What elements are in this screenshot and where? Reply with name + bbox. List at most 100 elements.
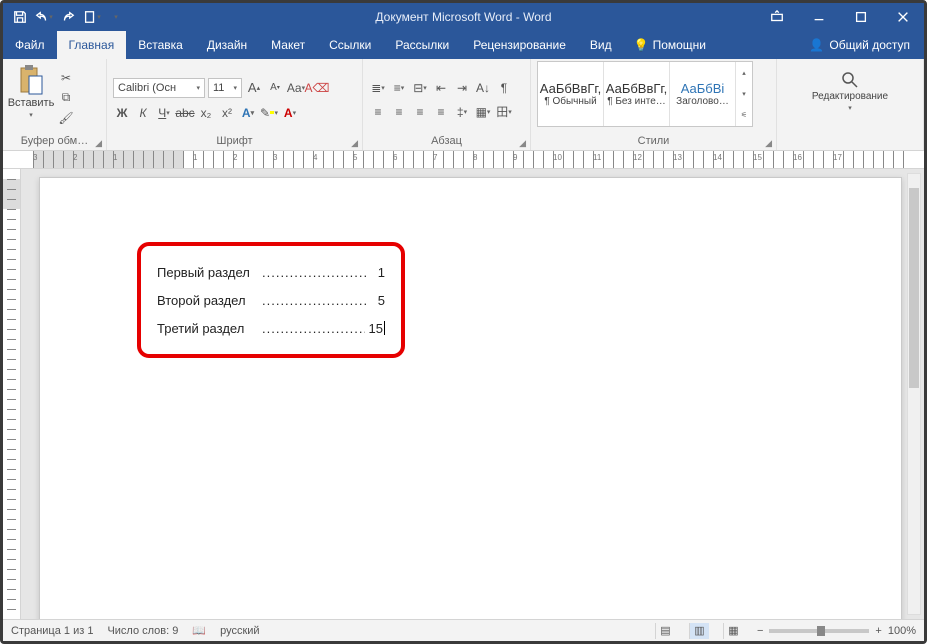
shrink-font-icon[interactable]: A▾ [266, 79, 284, 97]
style-heading1[interactable]: АаБбВіЗаголово… [670, 62, 736, 126]
tab-mailings[interactable]: Рассылки [383, 31, 461, 59]
close-icon[interactable] [882, 6, 924, 28]
paste-label: Вставить [8, 97, 55, 109]
scrollbar-vertical[interactable] [907, 173, 921, 615]
page[interactable]: Первый раздел ..........................… [39, 177, 902, 619]
tell-me-label: Помощни [653, 38, 706, 52]
styles-down-icon[interactable]: ▾ [742, 90, 746, 98]
decrease-indent-icon[interactable]: ⇤ [432, 79, 450, 97]
tab-review[interactable]: Рецензирование [461, 31, 578, 59]
tab-view[interactable]: Вид [578, 31, 624, 59]
change-case-icon[interactable]: Aa▾ [287, 79, 305, 97]
bullets-icon[interactable]: ≣▾ [369, 79, 387, 97]
styles-gallery[interactable]: АаБбВвГг,¶ Обычный АаБбВвГг,¶ Без инте… … [537, 61, 753, 127]
tab-layout[interactable]: Макет [259, 31, 317, 59]
editing-label: Редактирование [812, 91, 888, 102]
status-language[interactable]: русский [220, 625, 259, 637]
tab-design[interactable]: Дизайн [195, 31, 259, 59]
paste-button[interactable]: Вставить▾ [9, 61, 53, 134]
toc-row: Второй раздел ..........................… [157, 286, 385, 314]
ribbon: Вставить▾ ✂ ⧉ 🖌 Буфер обм…◢ Calibri (Осн… [3, 59, 924, 151]
text-cursor [384, 321, 385, 335]
paragraph-label: Абзац [431, 135, 462, 147]
ruler-horizontal[interactable]: 3211234567891011121314151617 [3, 151, 924, 169]
numbering-icon[interactable]: ≡▾ [390, 79, 408, 97]
qa-customize-icon[interactable]: ▾ [105, 6, 127, 28]
tab-insert[interactable]: Вставка [126, 31, 195, 59]
group-clipboard: Вставить▾ ✂ ⧉ 🖌 Буфер обм… ◢ [3, 59, 107, 150]
toc-page: 5 [367, 293, 385, 308]
styles-more-icon[interactable]: ⚟ [741, 111, 747, 119]
tab-home[interactable]: Главная [57, 31, 127, 59]
bold-button[interactable]: Ж [113, 104, 131, 122]
zoom-in-button[interactable]: + [875, 625, 881, 637]
redo-icon[interactable] [57, 6, 79, 28]
save-icon[interactable] [9, 6, 31, 28]
minimize-icon[interactable] [798, 6, 840, 28]
align-left-icon[interactable]: ≡ [369, 103, 387, 121]
text-effects-icon[interactable]: A▾ [239, 104, 257, 122]
highlight-icon[interactable]: ✎▾ [260, 104, 278, 122]
font-color-icon[interactable]: A▾ [281, 104, 299, 122]
styles-up-icon[interactable]: ▴ [742, 69, 746, 77]
toc-label: Второй раздел [157, 293, 262, 308]
status-words[interactable]: Число слов: 9 [107, 625, 178, 637]
underline-button[interactable]: Ч▾ [155, 104, 173, 122]
status-page[interactable]: Страница 1 из 1 [11, 625, 93, 637]
borders-icon[interactable]: 田▾ [495, 103, 513, 121]
ruler-vertical[interactable] [3, 169, 21, 619]
print-layout-icon[interactable]: ▥ [689, 623, 709, 639]
align-center-icon[interactable]: ≡ [390, 103, 408, 121]
share-label: Общий доступ [829, 38, 910, 52]
tab-file[interactable]: Файл [3, 31, 57, 59]
toc-row: Первый раздел ..........................… [157, 258, 385, 286]
spellcheck-icon[interactable]: 📖 [192, 624, 206, 637]
lightbulb-icon: 💡 [634, 38, 649, 52]
cut-icon[interactable]: ✂ [57, 69, 75, 87]
style-no-spacing[interactable]: АаБбВвГг,¶ Без инте… [604, 62, 670, 126]
share-button[interactable]: 👤Общий доступ [795, 38, 924, 52]
increase-indent-icon[interactable]: ⇥ [453, 79, 471, 97]
maximize-icon[interactable] [840, 6, 882, 28]
undo-icon[interactable]: ▾ [33, 6, 55, 28]
line-spacing-icon[interactable]: ‡▾ [453, 103, 471, 121]
superscript-button[interactable]: x² [218, 104, 236, 122]
tab-references[interactable]: Ссылки [317, 31, 383, 59]
strike-button[interactable]: abc [176, 104, 194, 122]
justify-icon[interactable]: ≡ [432, 103, 450, 121]
dialog-launcher-icon[interactable]: ◢ [95, 136, 102, 150]
show-marks-icon[interactable]: ¶ [495, 79, 513, 97]
web-layout-icon[interactable]: ▦ [723, 623, 743, 639]
font-name-select[interactable]: Calibri (Осн▾ [113, 78, 205, 98]
zoom-out-button[interactable]: − [757, 625, 763, 637]
sort-icon[interactable]: A↓ [474, 79, 492, 97]
zoom-slider[interactable] [769, 629, 869, 633]
read-mode-icon[interactable]: ▤ [655, 623, 675, 639]
copy-icon[interactable]: ⧉ [57, 89, 75, 107]
title-bar: ▾ ▾ ▾ Документ Microsoft Word - Word [3, 3, 924, 31]
ribbon-tabs: Файл Главная Вставка Дизайн Макет Ссылки… [3, 31, 924, 59]
style-normal[interactable]: АаБбВвГг,¶ Обычный [538, 62, 604, 126]
align-right-icon[interactable]: ≡ [411, 103, 429, 121]
toc-leader: .............................. [262, 321, 365, 336]
new-doc-icon[interactable]: ▾ [81, 6, 103, 28]
clipboard-label: Буфер обм… [21, 135, 88, 147]
format-painter-icon[interactable]: 🖌 [57, 109, 75, 127]
dialog-launcher-icon[interactable]: ◢ [351, 136, 358, 150]
clear-format-icon[interactable]: A⌫ [308, 79, 326, 97]
subscript-button[interactable]: x₂ [197, 104, 215, 122]
zoom-level[interactable]: 100% [888, 625, 916, 637]
font-size-select[interactable]: 11▾ [208, 78, 242, 98]
italic-button[interactable]: К [134, 104, 152, 122]
multilevel-icon[interactable]: ⊟▾ [411, 79, 429, 97]
toc-leader: ............................... [262, 265, 367, 280]
dialog-launcher-icon[interactable]: ◢ [519, 136, 526, 150]
ribbon-options-icon[interactable] [756, 6, 798, 28]
shading-icon[interactable]: ▦▾ [474, 103, 492, 121]
find-button[interactable]: Редактирование▾ [812, 67, 888, 112]
dialog-launcher-icon[interactable]: ◢ [765, 136, 772, 150]
tell-me[interactable]: 💡 Помощни [624, 38, 716, 52]
grow-font-icon[interactable]: A▴ [245, 79, 263, 97]
toc-label: Третий раздел [157, 321, 262, 336]
toc-page: 1 [367, 265, 385, 280]
